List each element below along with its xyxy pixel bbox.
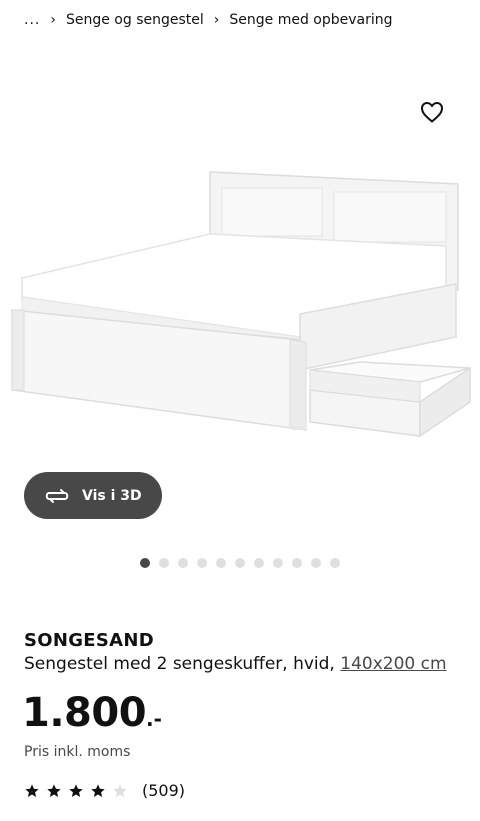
product-name: SONGESAND (24, 630, 155, 651)
rating[interactable]: (509) (24, 781, 185, 800)
rotate-3d-icon (45, 488, 69, 503)
product-image[interactable] (0, 52, 480, 482)
view-in-3d-label: Vis i 3D (82, 487, 142, 504)
star-filled-icon (25, 783, 39, 797)
bed-illustration (11, 171, 471, 438)
chevron-right-icon: › (213, 12, 220, 28)
view-in-3d-button[interactable]: Vis i 3D (24, 472, 162, 519)
star-filled-icon (91, 783, 105, 797)
product-description-text: Sengestel med 2 sengeskuffer, hvid, (24, 654, 341, 674)
carousel-dot-11[interactable] (330, 558, 340, 568)
breadcrumb: ... › Senge og sengestel › Senge med opb… (24, 12, 393, 28)
review-count: (509) (142, 781, 186, 800)
chevron-right-icon: › (50, 12, 56, 28)
carousel-dot-2[interactable] (159, 558, 169, 568)
product-page: ... › Senge og sengestel › Senge med opb… (0, 0, 480, 821)
price-note: Pris inkl. moms (24, 744, 131, 760)
heart-icon (421, 102, 443, 123)
breadcrumb-item-storage-beds[interactable]: Senge med opbevaring (229, 12, 392, 28)
carousel-dot-8[interactable] (273, 558, 283, 568)
size-link[interactable]: 140x200 cm (340, 654, 446, 674)
carousel-dot-9[interactable] (292, 558, 302, 568)
star-filled-icon (69, 783, 83, 797)
favorite-button[interactable] (418, 98, 446, 126)
product-description: Sengestel med 2 sengeskuffer, hvid, 140x… (24, 654, 447, 674)
carousel-dot-3[interactable] (178, 558, 188, 568)
carousel-dots (140, 558, 340, 568)
carousel-dot-10[interactable] (311, 558, 321, 568)
carousel-dot-6[interactable] (235, 558, 245, 568)
price: 1.800 .- (22, 690, 162, 736)
star-filled-icon (47, 783, 61, 797)
carousel-dot-5[interactable] (216, 558, 226, 568)
breadcrumb-ellipsis[interactable]: ... (24, 12, 40, 28)
price-amount: 1.800 (22, 690, 147, 736)
star-empty-icon (113, 783, 127, 797)
breadcrumb-item-beds[interactable]: Senge og sengestel (66, 12, 204, 28)
price-suffix: .- (146, 707, 162, 731)
carousel-dot-7[interactable] (254, 558, 264, 568)
carousel-dot-1[interactable] (140, 558, 150, 568)
carousel-dot-4[interactable] (197, 558, 207, 568)
